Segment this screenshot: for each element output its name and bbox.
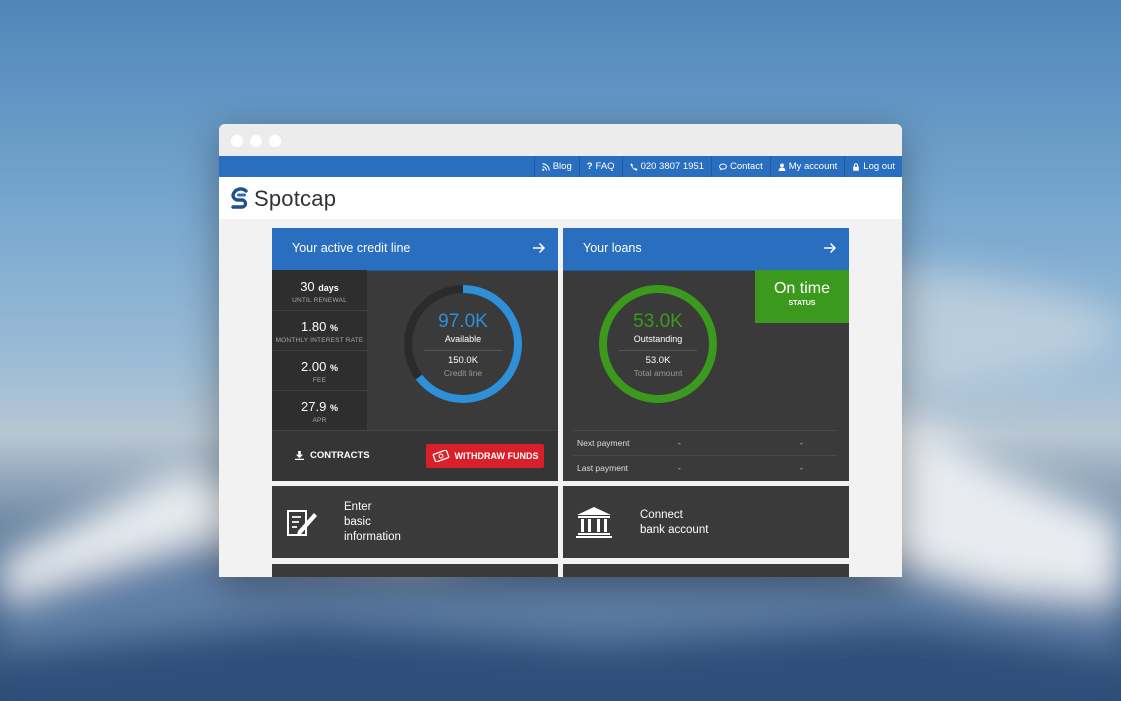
- credit-available-value: 97.0K: [438, 311, 488, 332]
- rss-icon: [541, 162, 550, 171]
- loans-gauge: 53.0K Outstanding 53.0K Total amount: [597, 283, 719, 405]
- nav-phone-link[interactable]: 020 3807 1951: [621, 156, 711, 177]
- loans-outstanding-label: Outstanding: [633, 334, 683, 344]
- loans-panel: Your loans 53.0K Outstanding 53.0K Total…: [563, 228, 849, 481]
- credit-line-title: Your active credit line: [292, 241, 411, 255]
- stat-apr: 27.9 % APR: [301, 399, 338, 424]
- nav-contact-link[interactable]: Contact: [710, 156, 770, 177]
- loans-total-label: Total amount: [633, 368, 683, 378]
- lock-icon: [853, 162, 860, 171]
- loans-title: Your loans: [583, 241, 642, 255]
- logo-text: Spotcap: [254, 186, 337, 211]
- phone-icon: [629, 162, 638, 171]
- loans-panel-header[interactable]: Your loans: [563, 228, 849, 271]
- form-edit-icon: [287, 510, 317, 536]
- credit-line-panel-header[interactable]: Your active credit line: [272, 228, 558, 271]
- loans-gauge-fill: [599, 285, 717, 403]
- next-payment-row: Next payment - -: [577, 438, 803, 448]
- credit-available-label: Available: [444, 334, 482, 344]
- nav-my-account-link[interactable]: My account: [769, 156, 845, 177]
- credit-line-label: Credit line: [443, 368, 483, 378]
- dashboard-content: Your active credit line 30 days UNTIL RE…: [219, 219, 902, 577]
- cash-icon: [432, 450, 449, 462]
- credit-gauge-divider: [424, 350, 502, 351]
- nav-faq-link[interactable]: ? FAQ: [578, 156, 622, 177]
- browser-window: Blog ? FAQ 020 3807 1951 Contact My acco…: [219, 124, 902, 577]
- last-payment-row: Last payment - -: [577, 463, 803, 473]
- stat-fee: 2.00 % FEE: [272, 350, 367, 391]
- window-close-button[interactable]: [231, 135, 243, 147]
- chat-icon: [719, 163, 727, 171]
- stat-renewal: 30 days UNTIL RENEWAL: [272, 270, 367, 311]
- enter-basic-info-card[interactable]: Enter basic information: [272, 486, 558, 558]
- credit-line-footer: CONTRACTS WITHDRAW FUNDS: [272, 430, 558, 481]
- credit-line-value: 150.0K: [447, 355, 479, 366]
- arrow-right-icon[interactable]: [532, 242, 546, 254]
- arrow-right-icon[interactable]: [823, 242, 837, 254]
- contracts-button[interactable]: CONTRACTS: [295, 450, 370, 461]
- loan-status-badge: On time STATUS: [755, 270, 849, 323]
- spotcap-logo[interactable]: Spotcap: [229, 186, 336, 212]
- bank-icon: [576, 507, 612, 538]
- card-text-line: Connect: [640, 509, 683, 521]
- credit-gauge: 97.0K Available 150.0K Credit line: [402, 283, 524, 405]
- stat-monthly-interest: 1.80 % MONTHLY INTEREST RATE: [272, 310, 367, 351]
- window-titlebar: [219, 124, 902, 156]
- card-text-line: bank account: [640, 524, 709, 536]
- user-icon: [778, 162, 786, 171]
- lower-card-left[interactable]: [272, 564, 558, 577]
- loans-outstanding-value: 53.0K: [633, 311, 683, 332]
- card-text-line: basic: [344, 516, 371, 528]
- loans-gauge-divider: [619, 350, 697, 351]
- spotcap-logo-icon: [231, 187, 248, 209]
- card-text-line: information: [344, 531, 401, 543]
- window-minimize-button[interactable]: [250, 135, 262, 147]
- loans-total-value: 53.0K: [645, 355, 671, 366]
- site-header: Spotcap: [219, 177, 902, 219]
- lower-card-right[interactable]: [563, 564, 849, 577]
- question-icon: ?: [586, 161, 593, 172]
- withdraw-funds-button[interactable]: WITHDRAW FUNDS: [426, 444, 544, 468]
- connect-bank-card[interactable]: Connect bank account: [563, 486, 849, 558]
- top-navigation-bar: Blog ? FAQ 020 3807 1951 Contact My acco…: [219, 156, 902, 177]
- credit-line-panel: Your active credit line 30 days UNTIL RE…: [272, 228, 558, 481]
- nav-logout-link[interactable]: Log out: [844, 156, 902, 177]
- window-maximize-button[interactable]: [269, 135, 281, 147]
- download-icon: [295, 451, 304, 460]
- credit-stats-column: 30 days UNTIL RENEWAL 1.80 % MONTHLY INT…: [272, 270, 367, 430]
- nav-blog-link[interactable]: Blog: [533, 156, 579, 177]
- card-text-line: Enter: [344, 501, 372, 513]
